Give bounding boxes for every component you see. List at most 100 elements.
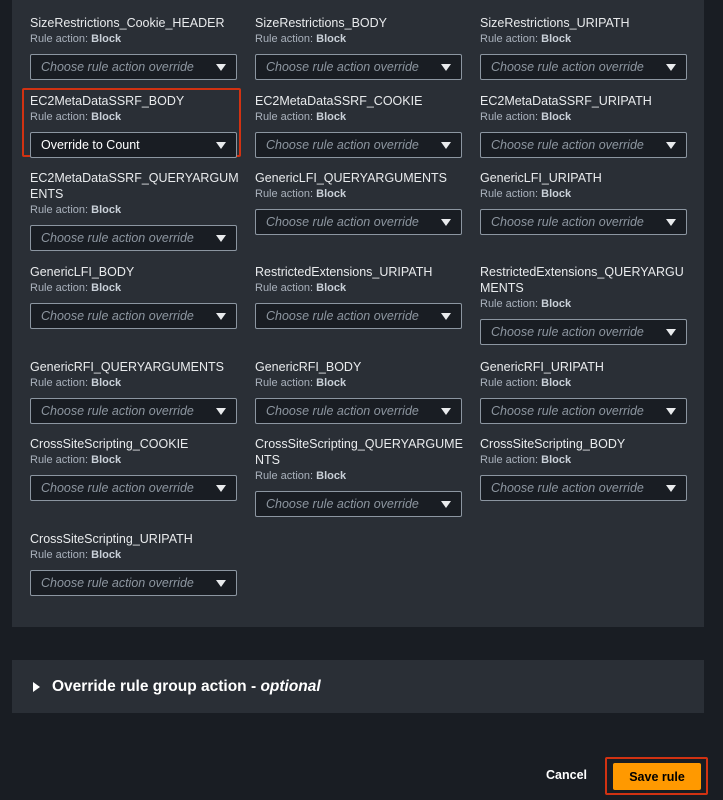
rule-action: Rule action: Block [30,454,122,466]
rule-item: EC2MetaDataSSRF_QUERYARGUMENTS Rule acti… [30,170,240,251]
select-placeholder: Choose rule action override [41,481,194,495]
save-rule-button[interactable]: Save rule [613,763,701,790]
caret-down-icon [216,579,226,587]
rule-item: SizeRestrictions_BODY Rule action: Block… [255,15,465,80]
rule-action: Rule action: Block [255,33,347,45]
rule-item: GenericLFI_BODY Rule action: Block Choos… [30,264,240,329]
rule-action: Rule action: Block [480,111,572,123]
select-placeholder: Choose rule action override [266,309,419,323]
rule-name: EC2MetaDataSSRF_BODY [30,94,185,108]
select-placeholder: Choose rule action override [266,60,419,74]
caret-down-icon [216,141,226,149]
caret-down-icon [441,407,451,415]
caret-down-icon [666,141,676,149]
rule-action-override-select[interactable]: Choose rule action override [255,398,462,424]
rule-item: GenericRFI_QUERYARGUMENTS Rule action: B… [30,359,240,424]
caret-down-icon [666,328,676,336]
rule-name: EC2MetaDataSSRF_QUERYARGUMENTS [30,171,239,201]
select-placeholder: Choose rule action override [41,309,194,323]
rule-action-override-select[interactable]: Choose rule action override [480,54,687,80]
rule-action: Rule action: Block [480,188,572,200]
rule-name: GenericLFI_QUERYARGUMENTS [255,171,447,185]
rule-name: RestrictedExtensions_QUERYARGUMENTS [480,265,684,295]
rule-action: Rule action: Block [480,33,572,45]
rule-name: GenericRFI_URIPATH [480,360,604,374]
rule-action-override-select[interactable]: Choose rule action override [30,570,237,596]
select-placeholder: Choose rule action override [41,404,194,418]
rule-action: Rule action: Block [30,549,122,561]
rule-action: Rule action: Block [480,377,572,389]
select-placeholder: Choose rule action override [491,325,644,339]
rule-name: CrossSiteScripting_COOKIE [30,437,189,451]
rule-item: CrossSiteScripting_URIPATH Rule action: … [30,531,240,596]
caret-right-icon [33,681,40,692]
rule-action: Rule action: Block [30,111,122,123]
rule-action-override-select[interactable]: Choose rule action override [255,491,462,517]
rule-name: SizeRestrictions_BODY [255,16,387,30]
caret-down-icon [666,218,676,226]
caret-down-icon [441,63,451,71]
rule-action-override-select[interactable]: Choose rule action override [255,132,462,158]
caret-down-icon [441,141,451,149]
rule-action: Rule action: Block [255,111,347,123]
select-placeholder: Choose rule action override [266,138,419,152]
rule-action-override-select[interactable]: Choose rule action override [480,319,687,345]
rule-name: CrossSiteScripting_QUERYARGUMENTS [255,437,463,467]
rule-action: Rule action: Block [30,377,122,389]
select-placeholder: Choose rule action override [266,215,419,229]
rule-action-override-select[interactable]: Choose rule action override [30,475,237,501]
caret-down-icon [666,63,676,71]
rule-item: GenericRFI_URIPATH Rule action: Block Ch… [480,359,690,424]
caret-down-icon [441,218,451,226]
rule-action-override-select[interactable]: Choose rule action override [480,398,687,424]
rule-name: CrossSiteScripting_URIPATH [30,532,193,546]
rule-action: Rule action: Block [255,470,347,482]
override-rule-group-action-expander[interactable]: Override rule group action - optional [12,660,704,713]
caret-down-icon [216,234,226,242]
rule-item: EC2MetaDataSSRF_BODY Rule action: Block … [30,93,240,158]
rule-name: EC2MetaDataSSRF_URIPATH [480,94,652,108]
rule-item: EC2MetaDataSSRF_COOKIE Rule action: Bloc… [255,93,465,158]
rule-action: Rule action: Block [30,282,122,294]
rule-name: SizeRestrictions_Cookie_HEADER [30,16,225,30]
rule-item: CrossSiteScripting_BODY Rule action: Blo… [480,436,690,501]
select-placeholder: Choose rule action override [41,60,194,74]
rule-action: Rule action: Block [30,33,122,45]
rule-name: RestrictedExtensions_URIPATH [255,265,433,279]
rule-action-override-select[interactable]: Choose rule action override [480,132,687,158]
rule-action-override-select[interactable]: Choose rule action override [255,54,462,80]
rule-item: GenericLFI_URIPATH Rule action: Block Ch… [480,170,690,235]
caret-down-icon [441,500,451,508]
rule-action-override-select[interactable]: Choose rule action override [480,209,687,235]
select-placeholder: Choose rule action override [491,404,644,418]
caret-down-icon [216,407,226,415]
caret-down-icon [216,312,226,320]
rule-action-override-select[interactable]: Choose rule action override [30,225,237,251]
rule-name: GenericRFI_BODY [255,360,362,374]
rule-name: SizeRestrictions_URIPATH [480,16,630,30]
rule-name: EC2MetaDataSSRF_COOKIE [255,94,423,108]
rule-action-override-select[interactable]: Choose rule action override [30,54,237,80]
select-placeholder: Choose rule action override [491,60,644,74]
rule-name: GenericLFI_URIPATH [480,171,602,185]
caret-down-icon [441,312,451,320]
select-placeholder: Choose rule action override [491,138,644,152]
select-placeholder: Choose rule action override [266,404,419,418]
rule-action-override-select[interactable]: Choose rule action override [30,303,237,329]
rule-action-override-select[interactable]: Choose rule action override [255,209,462,235]
rule-action: Rule action: Block [30,204,122,216]
rule-action-override-select[interactable]: Override to Count [30,132,237,158]
rule-action: Rule action: Block [480,298,572,310]
rule-item: CrossSiteScripting_COOKIE Rule action: B… [30,436,240,501]
cancel-button[interactable]: Cancel [546,768,587,782]
rule-action-override-select[interactable]: Choose rule action override [480,475,687,501]
rule-item: CrossSiteScripting_QUERYARGUMENTS Rule a… [255,436,465,517]
rule-action-override-select[interactable]: Choose rule action override [30,398,237,424]
rule-action-override-select[interactable]: Choose rule action override [255,303,462,329]
rule-item: SizeRestrictions_URIPATH Rule action: Bl… [480,15,690,80]
rule-action: Rule action: Block [255,188,347,200]
rule-item: GenericLFI_QUERYARGUMENTS Rule action: B… [255,170,465,235]
rule-item: RestrictedExtensions_QUERYARGUMENTS Rule… [480,264,690,345]
rule-item: EC2MetaDataSSRF_URIPATH Rule action: Blo… [480,93,690,158]
rule-name: CrossSiteScripting_BODY [480,437,626,451]
